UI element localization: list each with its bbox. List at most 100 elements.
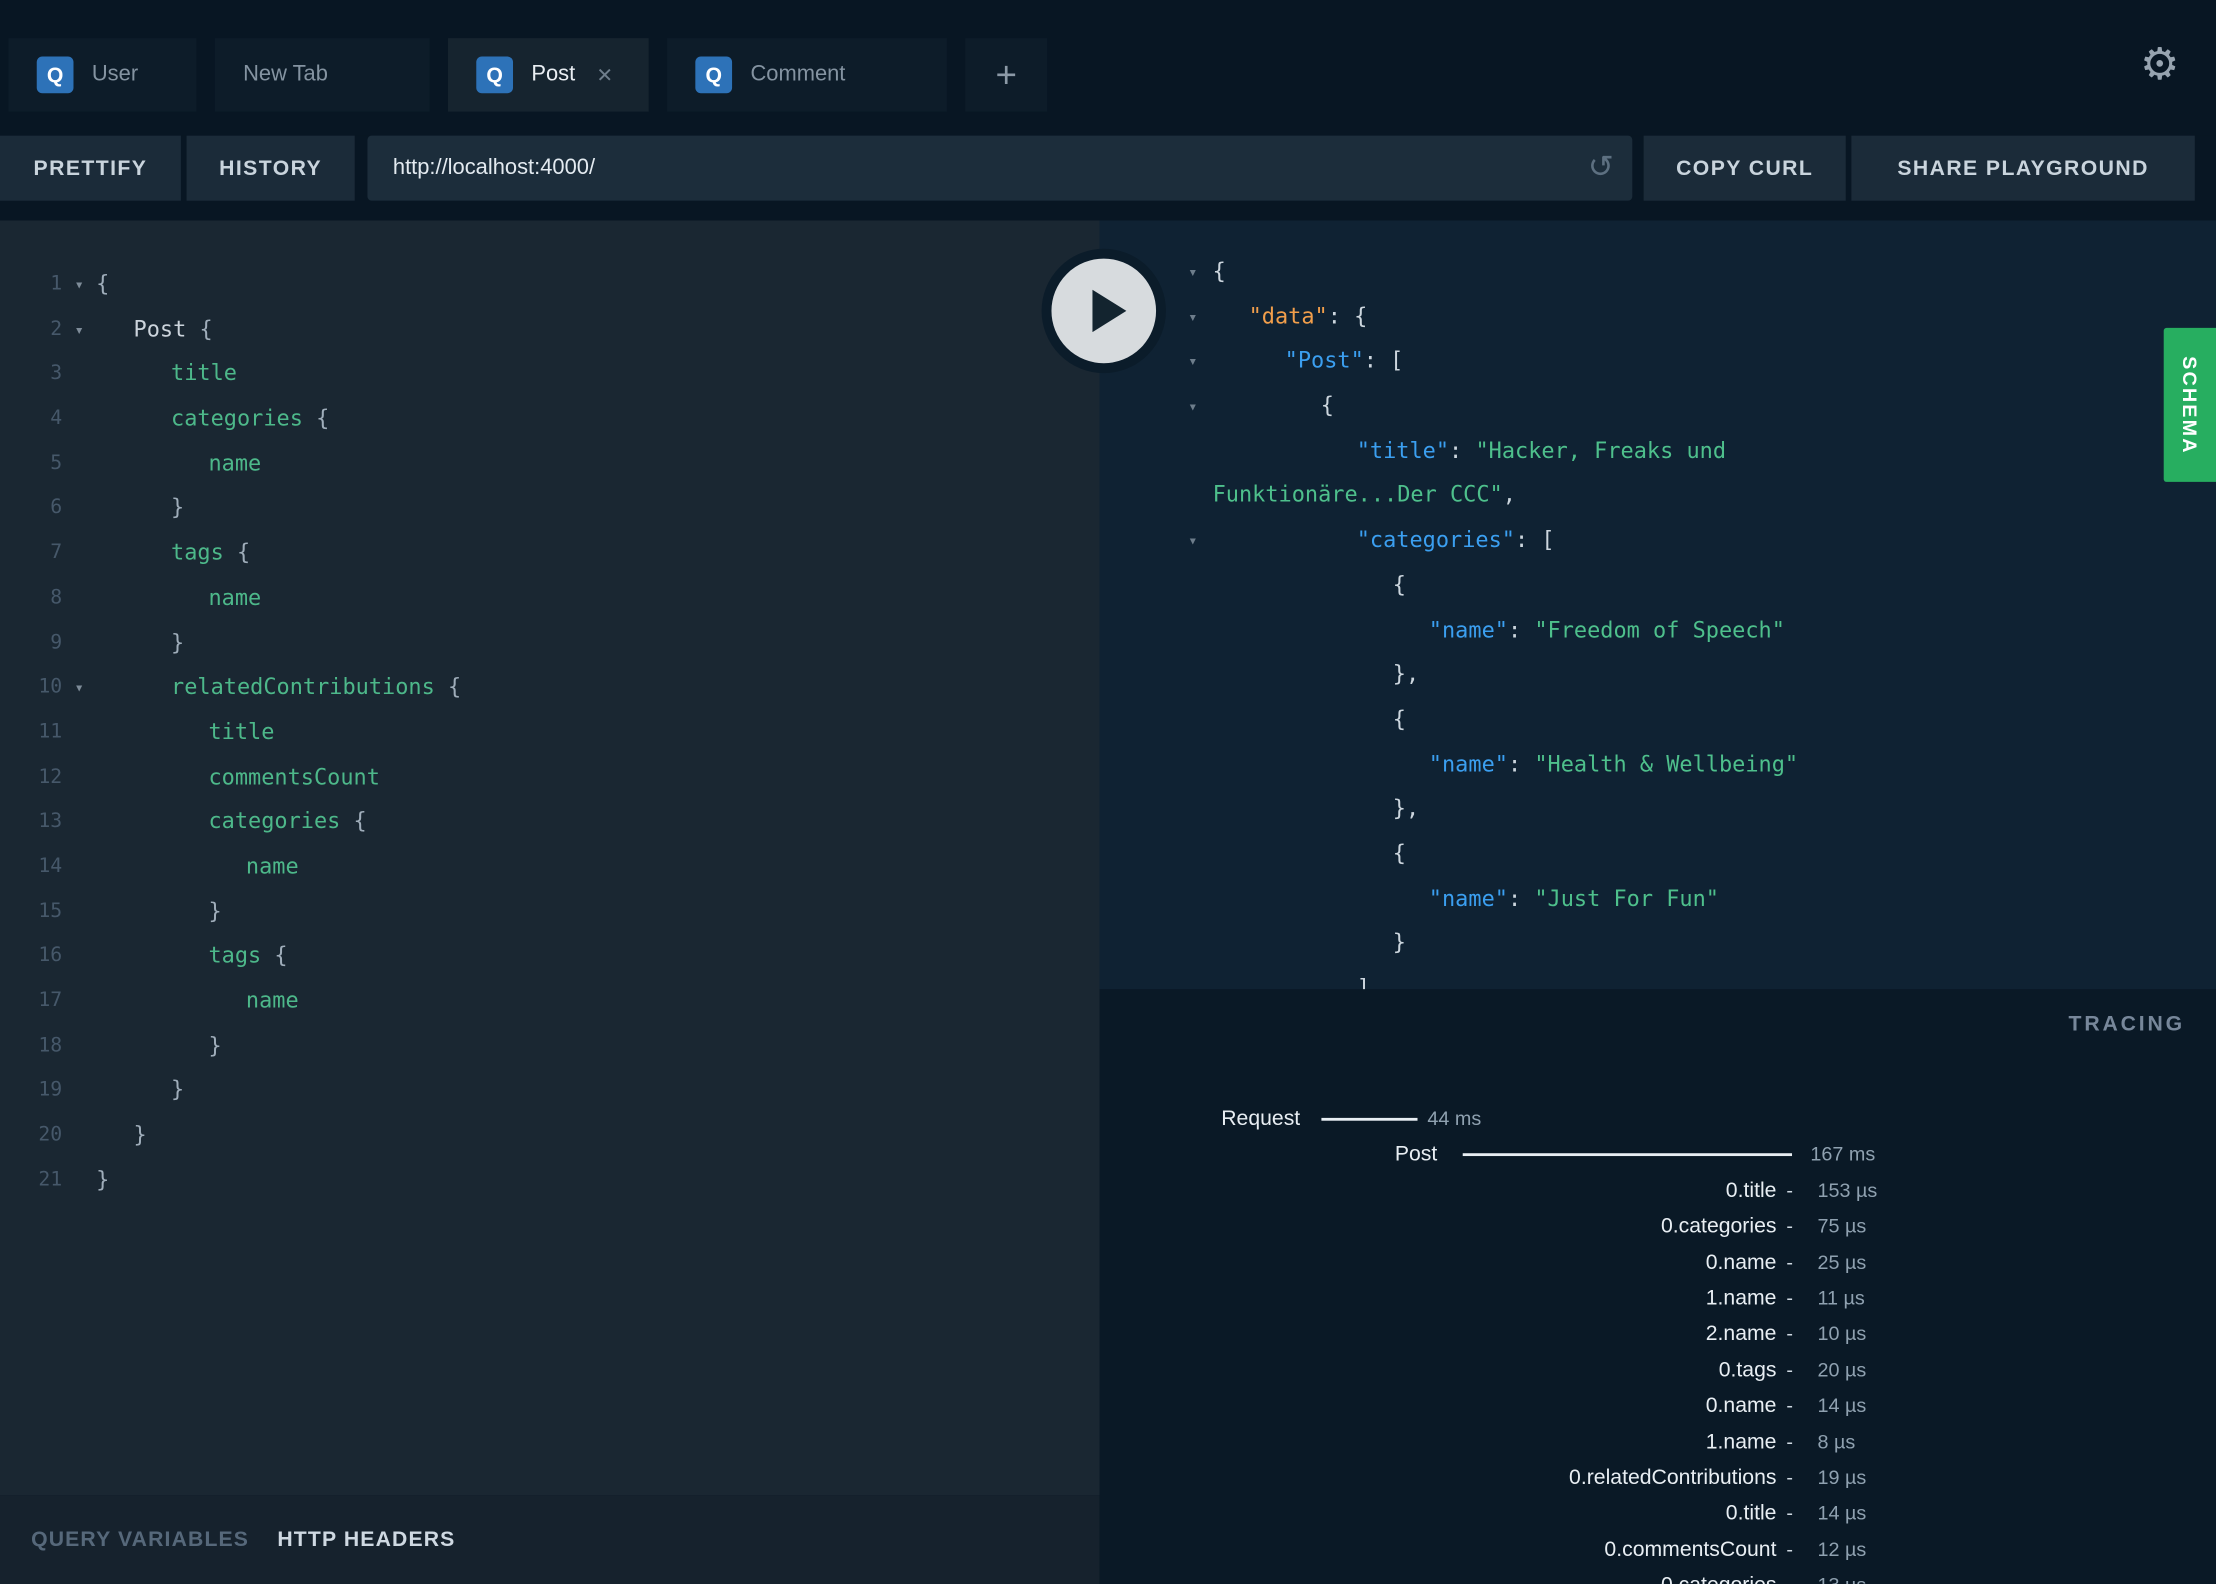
code-token: "name" bbox=[1428, 616, 1508, 643]
editor-line: 7 tags { bbox=[0, 532, 1100, 577]
editor-line: 1 ▾{ bbox=[0, 263, 1100, 308]
fold-arrow-icon[interactable]: ▾ bbox=[1179, 340, 1207, 385]
history-button[interactable]: HISTORY bbox=[186, 135, 355, 201]
code-token: { bbox=[261, 943, 288, 969]
query-editor-lines: 1 ▾{2 ▾ Post {3 title 4 categories {5 name 6} 7 ta… bbox=[0, 220, 1100, 1203]
response-line: }, bbox=[1100, 788, 2216, 833]
tab-label: Post bbox=[531, 62, 576, 87]
response-line: ▾ "data": { bbox=[1100, 295, 2216, 340]
code-token: } bbox=[1392, 930, 1406, 956]
tab-label: User bbox=[91, 62, 139, 87]
fold-arrow-icon[interactable]: ▾ bbox=[65, 666, 93, 711]
tracing-label: 2.name bbox=[1705, 1321, 1777, 1346]
execute-query-button[interactable] bbox=[1041, 248, 1166, 374]
line-number: 19 bbox=[38, 1078, 63, 1102]
code-text: "title": "Hacker, Freaks und bbox=[1213, 438, 1726, 463]
tab-http-headers[interactable]: HTTP HEADERS bbox=[277, 1528, 455, 1552]
code-token: : { bbox=[1327, 303, 1368, 329]
code-text: }, bbox=[1213, 662, 1419, 687]
code-token: tags bbox=[208, 943, 262, 969]
line-number: 7 bbox=[50, 541, 63, 565]
editor-line: 2 ▾ Post { bbox=[0, 308, 1100, 353]
code-token: { bbox=[302, 405, 330, 432]
code-token: title bbox=[208, 719, 275, 745]
prettify-button[interactable]: PRETTIFY bbox=[0, 135, 181, 201]
graphql-playground: Q User New Tab Q Post ✕ Q Comment + ⚙ PR… bbox=[0, 0, 2216, 1584]
tracing-time: 25 µs bbox=[1817, 1250, 1867, 1273]
share-playground-button[interactable]: SHARE PLAYGROUND bbox=[1851, 135, 2195, 201]
tab-post[interactable]: Q Post ✕ bbox=[448, 38, 649, 112]
tracing-label: 0.commentsCount bbox=[1604, 1537, 1777, 1562]
tracing-label: 0.name bbox=[1705, 1250, 1777, 1275]
code-text: { bbox=[1213, 259, 1226, 284]
settings-gear-icon[interactable]: ⚙ bbox=[2140, 42, 2179, 86]
code-text: "categories": [ bbox=[1213, 527, 1555, 552]
code-token: : bbox=[1507, 885, 1535, 912]
tab-comment[interactable]: Q Comment bbox=[667, 38, 947, 112]
tab-query-variables[interactable]: QUERY VARIABLES bbox=[31, 1528, 249, 1552]
code-text: { bbox=[1213, 572, 1406, 597]
tracing-time: 14 µs bbox=[1817, 1393, 1867, 1417]
tab-user[interactable]: Q User bbox=[8, 38, 197, 112]
code-text: "name": "Freedom of Speech" bbox=[1213, 617, 1785, 642]
play-icon bbox=[1092, 289, 1127, 333]
code-token: "title" bbox=[1356, 437, 1450, 464]
tracing-title: TRACING bbox=[2068, 1011, 2185, 1036]
editor-line: 16 tags { bbox=[0, 935, 1100, 980]
fold-arrow-icon[interactable]: ▾ bbox=[65, 263, 93, 308]
code-text: Funktionäre...Der CCC", bbox=[1213, 483, 1516, 508]
code-token: "name" bbox=[1428, 885, 1508, 912]
line-number: 13 bbox=[38, 810, 63, 833]
code-token: { bbox=[1320, 392, 1334, 419]
tracing-time: 8 µs bbox=[1817, 1429, 1856, 1453]
response-line: "title": "Hacker, Freaks und bbox=[1100, 429, 2216, 474]
editor-line: 4 categories { bbox=[0, 397, 1100, 442]
editor-line: 17 name bbox=[0, 979, 1100, 1024]
add-tab-button[interactable]: + bbox=[965, 38, 1048, 112]
endpoint-url-input[interactable] bbox=[367, 135, 1633, 201]
tracing-row: Post 167 ms bbox=[1100, 1137, 2216, 1173]
editor-line: 11 title bbox=[0, 711, 1100, 756]
code-token: "Post" bbox=[1284, 348, 1364, 374]
session-toolbar: PRETTIFY HISTORY ↺ COPY CURL SHARE PLAYG… bbox=[0, 135, 2216, 201]
fold-arrow-icon[interactable]: ▾ bbox=[1179, 519, 1207, 564]
tracing-rows: Request 44 ms Post 167 ms 0.title -153 µs 0.ca… bbox=[1100, 1101, 2216, 1584]
tracing-row: 0.name - 25 µs bbox=[1100, 1244, 2216, 1280]
fold-arrow-icon[interactable]: ▾ bbox=[1179, 250, 1207, 295]
copy-curl-button[interactable]: COPY CURL bbox=[1643, 135, 1846, 201]
response-line: { bbox=[1100, 698, 2216, 743]
tracing-time: 13 µs bbox=[1817, 1567, 1866, 1584]
response-pane: ▾{▾ "data": {▾ "Post": [▾{"title": "Hacker… bbox=[1099, 220, 2216, 990]
code-text: name bbox=[96, 988, 299, 1013]
fold-arrow-icon[interactable]: ▾ bbox=[65, 308, 93, 353]
code-text: "name": "Health & Wellbeing" bbox=[1213, 751, 1798, 776]
code-text: title bbox=[96, 719, 274, 744]
fold-arrow-icon[interactable]: ▾ bbox=[1179, 295, 1207, 340]
tracing-label: Request bbox=[1221, 1106, 1301, 1131]
editor-line: 10 ▾ relatedContributions { bbox=[0, 666, 1100, 711]
line-number: 4 bbox=[50, 407, 63, 430]
tab-new-tab[interactable]: New Tab bbox=[214, 38, 430, 112]
tracing-time: 12 µs bbox=[1817, 1537, 1867, 1560]
editor-line: 6} bbox=[0, 487, 1100, 532]
line-number: 18 bbox=[38, 1034, 63, 1057]
editor-line: 21} bbox=[0, 1159, 1100, 1204]
tracing-time: 75 µs bbox=[1817, 1214, 1867, 1237]
schema-sidebar-tab[interactable]: SCHEMA bbox=[2163, 327, 2216, 482]
tracing-dash: - bbox=[1786, 1429, 1793, 1453]
code-text: { bbox=[96, 271, 109, 296]
code-text: name bbox=[96, 450, 261, 475]
close-tab-icon[interactable]: ✕ bbox=[596, 63, 613, 87]
tracing-label: 0.name bbox=[1705, 1393, 1777, 1418]
tracing-label: 0.categories bbox=[1661, 1567, 1776, 1584]
code-text: categories { bbox=[96, 809, 366, 834]
editor-line: 3 title bbox=[0, 352, 1100, 397]
line-number: 8 bbox=[50, 586, 63, 609]
reload-endpoint-icon[interactable]: ↺ bbox=[1588, 151, 1614, 182]
line-number: 14 bbox=[38, 854, 63, 878]
code-token: tags bbox=[171, 540, 224, 566]
fold-arrow-icon[interactable]: ▾ bbox=[1179, 384, 1207, 429]
query-editor-pane[interactable]: 1 ▾{2 ▾ Post {3 title 4 categories {5 name 6} 7 ta… bbox=[0, 220, 1100, 1496]
code-token: "categories" bbox=[1356, 527, 1515, 553]
tracing-row: 0.relatedContributions -19 µs bbox=[1100, 1460, 2216, 1496]
